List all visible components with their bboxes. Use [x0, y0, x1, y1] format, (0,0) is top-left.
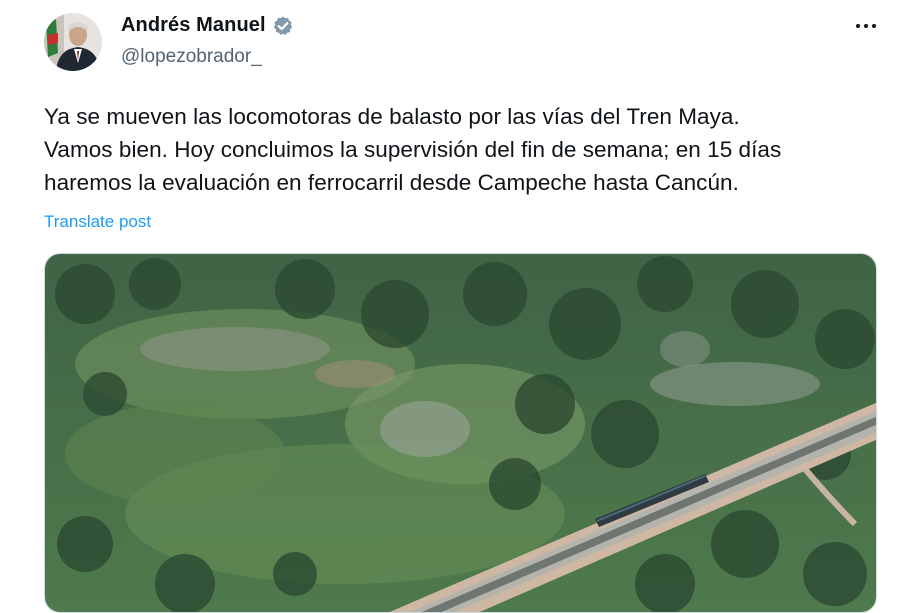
tweet-media-image[interactable] — [44, 253, 877, 613]
translate-post-link[interactable]: Translate post — [44, 212, 151, 232]
tweet-line: Ya se mueven las locomotoras de balasto … — [44, 104, 740, 129]
author-name[interactable]: Andrés Manuel — [121, 14, 266, 37]
avatar[interactable] — [44, 13, 102, 71]
tweet-line: haremos la evaluación en ferrocarril des… — [44, 170, 739, 195]
more-options-icon[interactable] — [852, 13, 880, 39]
tweet-line: Vamos bien. Hoy concluimos la supervisió… — [44, 137, 782, 162]
author-handle[interactable]: @lopezobrador_ — [121, 46, 262, 68]
tweet-text: Ya se mueven las locomotoras de balasto … — [44, 100, 884, 199]
verified-badge-icon — [272, 15, 294, 37]
